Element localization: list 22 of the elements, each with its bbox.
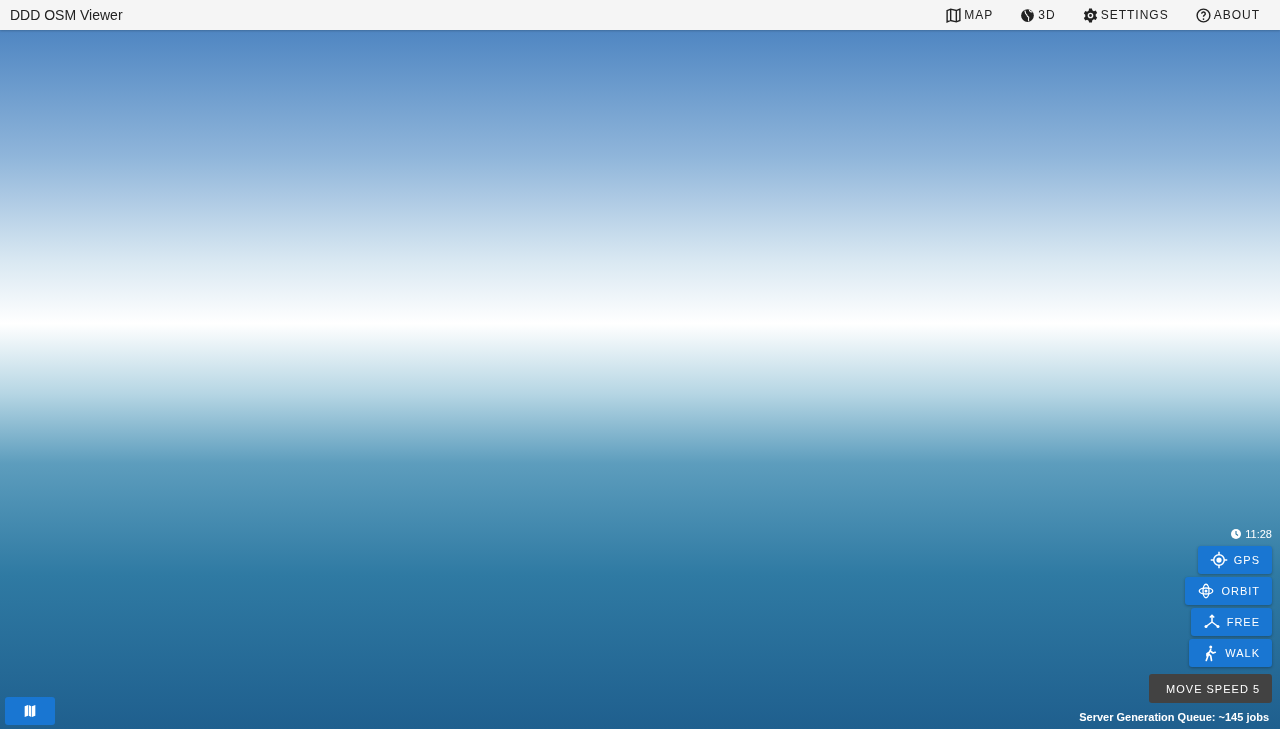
app-title: DDD OSM Viewer [10,7,123,23]
crosshair-icon [1209,551,1228,569]
settings-icon [1081,6,1099,24]
globe-icon [1019,6,1037,24]
camera-mode-button[interactable]: ORBIT [1185,577,1272,605]
move-speed-button[interactable]: MOVE SPEED 5 [1149,674,1272,703]
camera-mode-button[interactable]: GPS [1197,546,1272,574]
help-icon [1194,6,1212,24]
camera-mode-button[interactable]: FREE [1190,608,1272,636]
clock-icon [1230,528,1243,540]
clock-time: 11:28 [1245,528,1272,540]
nav-button[interactable]: SETTINGS [1079,4,1171,26]
three-arrows-icon [1202,613,1221,631]
map-icon [945,6,963,24]
map-button[interactable] [5,697,55,725]
map-icon [22,703,38,719]
camera-mode-button[interactable]: WALK [1189,639,1272,667]
nav-button[interactable]: 3D [1017,4,1058,26]
orbit-icon [1197,582,1216,600]
queue-status: Server Generation Queue: ~145 jobs [1079,711,1269,723]
nav-button[interactable]: MAP [943,4,996,26]
nav-button[interactable]: ABOUT [1192,4,1262,26]
